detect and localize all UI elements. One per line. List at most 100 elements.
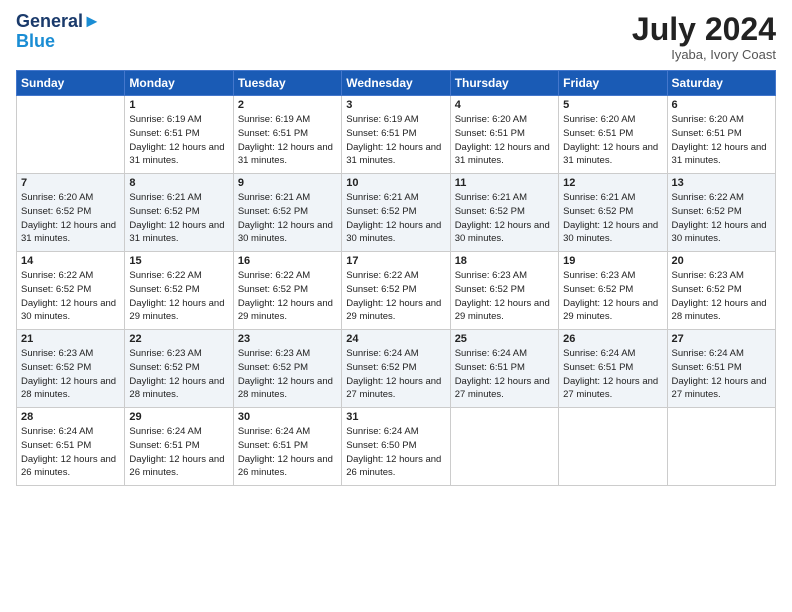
day-number: 21: [21, 333, 120, 345]
cell-content: Sunrise: 6:21 AMSunset: 6:52 PMDaylight:…: [238, 191, 337, 246]
col-sunday: Sunday: [17, 71, 125, 96]
calendar-table: Sunday Monday Tuesday Wednesday Thursday…: [16, 70, 776, 486]
logo-text: General►Blue: [16, 12, 101, 52]
col-wednesday: Wednesday: [342, 71, 450, 96]
cell-content: Sunrise: 6:21 AMSunset: 6:52 PMDaylight:…: [129, 191, 228, 246]
day-number: 18: [455, 255, 554, 267]
day-number: 31: [346, 411, 445, 423]
day-number: 27: [672, 333, 771, 345]
calendar-cell: 12 Sunrise: 6:21 AMSunset: 6:52 PMDayligh…: [559, 174, 667, 252]
calendar-cell: 20 Sunrise: 6:23 AMSunset: 6:52 PMDayligh…: [667, 252, 775, 330]
calendar-week-4: 21 Sunrise: 6:23 AMSunset: 6:52 PMDayligh…: [17, 330, 776, 408]
cell-content: Sunrise: 6:22 AMSunset: 6:52 PMDaylight:…: [672, 191, 771, 246]
header: General►Blue July 2024 Iyaba, Ivory Coas…: [16, 12, 776, 62]
cell-content: Sunrise: 6:19 AMSunset: 6:51 PMDaylight:…: [346, 113, 445, 168]
day-number: 10: [346, 177, 445, 189]
cell-content: Sunrise: 6:22 AMSunset: 6:52 PMDaylight:…: [129, 269, 228, 324]
cell-content: Sunrise: 6:23 AMSunset: 6:52 PMDaylight:…: [129, 347, 228, 402]
calendar-cell: 14Sunrise: 6:22 AMSunset: 6:52 PMDayligh…: [17, 252, 125, 330]
calendar-cell: 13 Sunrise: 6:22 AMSunset: 6:52 PMDayligh…: [667, 174, 775, 252]
day-number: 5: [563, 99, 662, 111]
calendar-cell: 7 Sunrise: 6:20 AMSunset: 6:52 PMDaylight…: [17, 174, 125, 252]
calendar-cell: 17Sunrise: 6:22 AMSunset: 6:52 PMDayligh…: [342, 252, 450, 330]
calendar-cell: 26 Sunrise: 6:24 AMSunset: 6:51 PMDayligh…: [559, 330, 667, 408]
calendar-cell: [667, 408, 775, 486]
cell-content: Sunrise: 6:20 AMSunset: 6:51 PMDaylight:…: [563, 113, 662, 168]
col-monday: Monday: [125, 71, 233, 96]
calendar-cell: [450, 408, 558, 486]
day-number: 19: [563, 255, 662, 267]
calendar-cell: 2 Sunrise: 6:19 AMSunset: 6:51 PMDaylight…: [233, 96, 341, 174]
calendar-cell: 5 Sunrise: 6:20 AMSunset: 6:51 PMDaylight…: [559, 96, 667, 174]
day-number: 3: [346, 99, 445, 111]
day-number: 12: [563, 177, 662, 189]
calendar-cell: [17, 96, 125, 174]
cell-content: Sunrise: 6:23 AMSunset: 6:52 PMDaylight:…: [238, 347, 337, 402]
cell-content: Sunrise: 6:23 AMSunset: 6:52 PMDaylight:…: [455, 269, 554, 324]
cell-content: Sunrise: 6:24 AMSunset: 6:52 PMDaylight:…: [346, 347, 445, 402]
cell-content: Sunrise: 6:23 AMSunset: 6:52 PMDaylight:…: [21, 347, 120, 402]
calendar-cell: 29Sunrise: 6:24 AMSunset: 6:51 PMDayligh…: [125, 408, 233, 486]
calendar-cell: 31 Sunrise: 6:24 AMSunset: 6:50 PMDayligh…: [342, 408, 450, 486]
calendar-page: General►Blue July 2024 Iyaba, Ivory Coas…: [0, 0, 792, 612]
calendar-cell: 6Sunrise: 6:20 AMSunset: 6:51 PMDaylight…: [667, 96, 775, 174]
cell-content: Sunrise: 6:21 AMSunset: 6:52 PMDaylight:…: [563, 191, 662, 246]
cell-content: Sunrise: 6:20 AMSunset: 6:51 PMDaylight:…: [672, 113, 771, 168]
day-number: 25: [455, 333, 554, 345]
day-number: 28: [21, 411, 120, 423]
col-saturday: Saturday: [667, 71, 775, 96]
cell-content: Sunrise: 6:24 AMSunset: 6:51 PMDaylight:…: [672, 347, 771, 402]
day-number: 1: [129, 99, 228, 111]
cell-content: Sunrise: 6:22 AMSunset: 6:52 PMDaylight:…: [238, 269, 337, 324]
location: Iyaba, Ivory Coast: [632, 47, 776, 62]
calendar-week-5: 28 Sunrise: 6:24 AMSunset: 6:51 PMDayligh…: [17, 408, 776, 486]
day-number: 13: [672, 177, 771, 189]
cell-content: Sunrise: 6:22 AMSunset: 6:52 PMDaylight:…: [346, 269, 445, 324]
calendar-cell: 25 Sunrise: 6:24 AMSunset: 6:51 PMDayligh…: [450, 330, 558, 408]
col-thursday: Thursday: [450, 71, 558, 96]
calendar-cell: 16 Sunrise: 6:22 AMSunset: 6:52 PMDayligh…: [233, 252, 341, 330]
calendar-cell: 21 Sunrise: 6:23 AMSunset: 6:52 PMDayligh…: [17, 330, 125, 408]
calendar-week-3: 14 Sunrise: 6:22 AMSunset: 6:52 PMDayligh…: [17, 252, 776, 330]
cell-content: Sunrise: 6:19 AMSunset: 6:51 PMDaylight:…: [238, 113, 337, 168]
day-number: 7: [21, 177, 120, 189]
calendar-cell: 24 Sunrise: 6:24 AMSunset: 6:52 PMDayligh…: [342, 330, 450, 408]
day-number: 29: [129, 411, 228, 423]
cell-content: Sunrise: 6:24 AMSunset: 6:50 PMDaylight:…: [346, 425, 445, 480]
title-block: July 2024 Iyaba, Ivory Coast: [632, 12, 776, 62]
calendar-cell: 4Sunrise: 6:20 AMSunset: 6:51 PMDaylight…: [450, 96, 558, 174]
calendar-cell: 3 Sunrise: 6:19 AMSunset: 6:51 PMDaylight…: [342, 96, 450, 174]
day-number: 24: [346, 333, 445, 345]
cell-content: Sunrise: 6:23 AMSunset: 6:52 PMDaylight:…: [672, 269, 771, 324]
calendar-cell: 8 Sunrise: 6:21 AMSunset: 6:52 PMDaylight…: [125, 174, 233, 252]
cell-content: Sunrise: 6:24 AMSunset: 6:51 PMDaylight:…: [238, 425, 337, 480]
calendar-cell: 15Sunrise: 6:22 AMSunset: 6:52 PMDayligh…: [125, 252, 233, 330]
cell-content: Sunrise: 6:20 AMSunset: 6:52 PMDaylight:…: [21, 191, 120, 246]
calendar-cell: 11Sunrise: 6:21 AMSunset: 6:52 PMDayligh…: [450, 174, 558, 252]
cell-content: Sunrise: 6:20 AMSunset: 6:51 PMDaylight:…: [455, 113, 554, 168]
calendar-cell: 28 Sunrise: 6:24 AMSunset: 6:51 PMDayligh…: [17, 408, 125, 486]
calendar-cell: 19Sunrise: 6:23 AMSunset: 6:52 PMDayligh…: [559, 252, 667, 330]
cell-content: Sunrise: 6:24 AMSunset: 6:51 PMDaylight:…: [455, 347, 554, 402]
day-number: 22: [129, 333, 228, 345]
day-number: 26: [563, 333, 662, 345]
calendar-week-1: 1 Sunrise: 6:19 AMSunset: 6:51 PMDaylight…: [17, 96, 776, 174]
day-number: 8: [129, 177, 228, 189]
day-number: 23: [238, 333, 337, 345]
day-number: 14: [21, 255, 120, 267]
calendar-week-2: 7 Sunrise: 6:20 AMSunset: 6:52 PMDaylight…: [17, 174, 776, 252]
day-number: 20: [672, 255, 771, 267]
cell-content: Sunrise: 6:21 AMSunset: 6:52 PMDaylight:…: [455, 191, 554, 246]
col-tuesday: Tuesday: [233, 71, 341, 96]
cell-content: Sunrise: 6:24 AMSunset: 6:51 PMDaylight:…: [563, 347, 662, 402]
day-number: 9: [238, 177, 337, 189]
calendar-cell: 23 Sunrise: 6:23 AMSunset: 6:52 PMDayligh…: [233, 330, 341, 408]
header-row: Sunday Monday Tuesday Wednesday Thursday…: [17, 71, 776, 96]
cell-content: Sunrise: 6:21 AMSunset: 6:52 PMDaylight:…: [346, 191, 445, 246]
day-number: 16: [238, 255, 337, 267]
calendar-cell: 27 Sunrise: 6:24 AMSunset: 6:51 PMDayligh…: [667, 330, 775, 408]
calendar-cell: 10 Sunrise: 6:21 AMSunset: 6:52 PMDayligh…: [342, 174, 450, 252]
day-number: 2: [238, 99, 337, 111]
cell-content: Sunrise: 6:24 AMSunset: 6:51 PMDaylight:…: [21, 425, 120, 480]
col-friday: Friday: [559, 71, 667, 96]
